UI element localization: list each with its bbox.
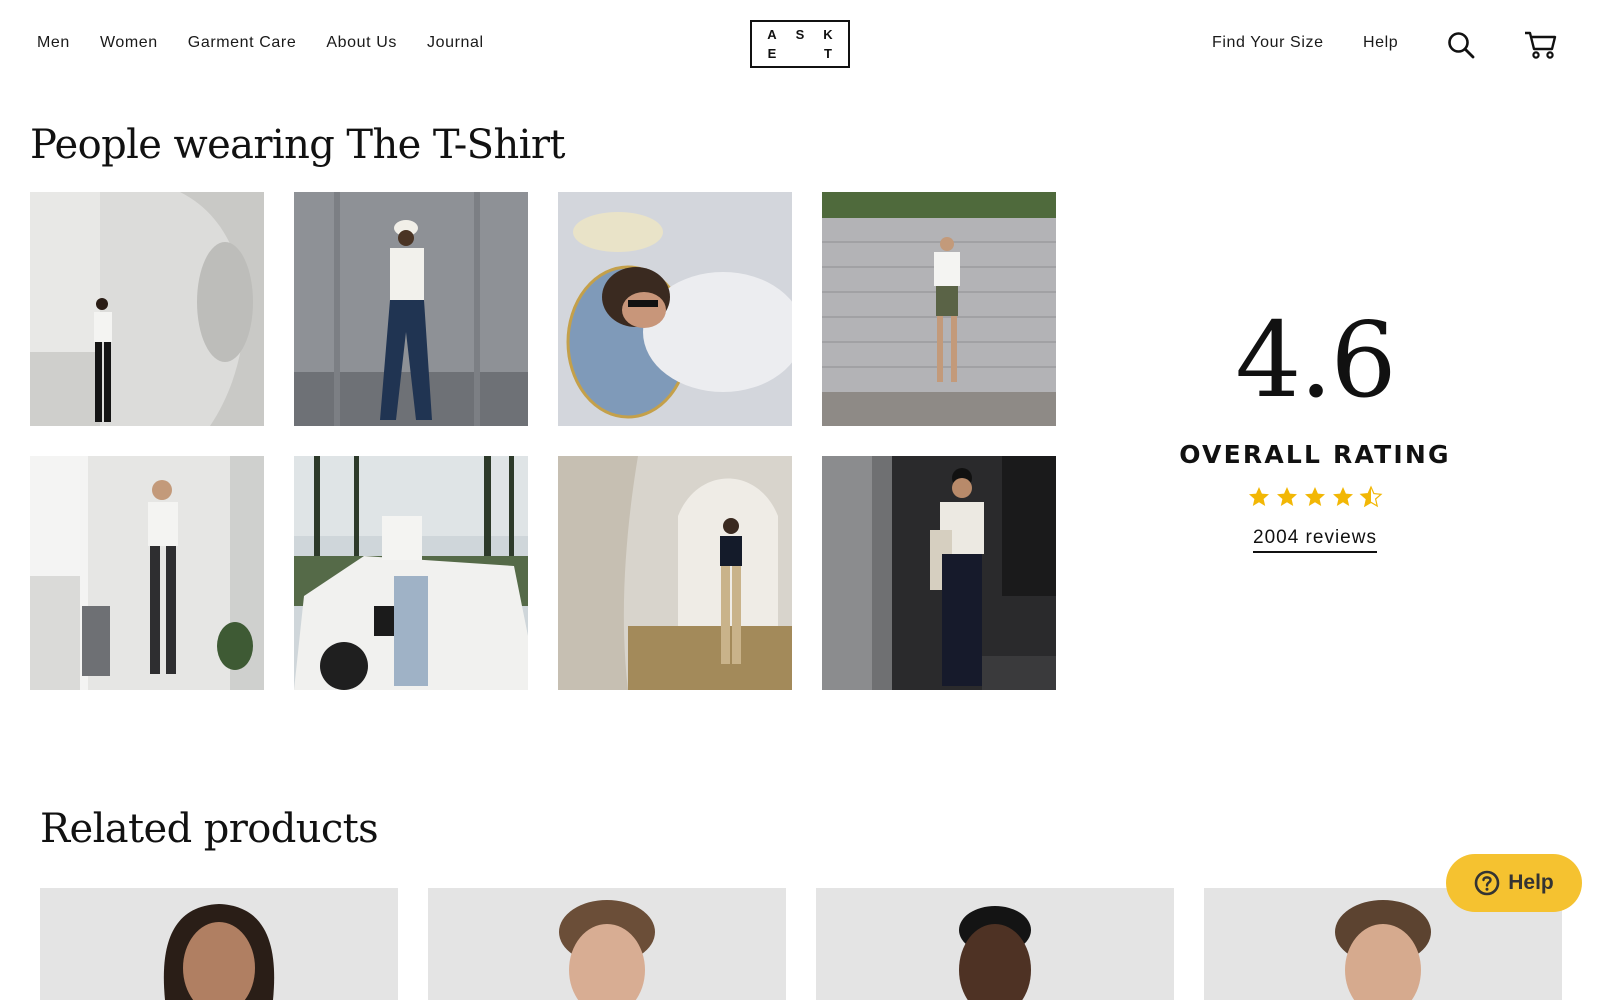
logo-letter: A — [767, 27, 777, 42]
logo-letter: T — [824, 46, 832, 61]
customer-photo[interactable] — [558, 456, 792, 690]
customer-photo[interactable] — [294, 192, 528, 426]
star-icon — [1277, 487, 1297, 506]
customer-photo-grid — [30, 192, 1063, 690]
star-rating — [1160, 485, 1470, 509]
rating-score: 4.6 — [1235, 299, 1396, 421]
question-circle-icon — [1474, 870, 1500, 896]
nav-item-about-us[interactable]: About Us — [326, 34, 397, 52]
nav-item-journal[interactable]: Journal — [427, 34, 484, 52]
search-button[interactable] — [1444, 28, 1478, 62]
customer-photo[interactable] — [30, 456, 264, 690]
find-your-size-link[interactable]: Find Your Size — [1212, 34, 1324, 52]
customer-photo[interactable] — [822, 192, 1056, 426]
reviews-count-link[interactable]: 2004 reviews — [1253, 527, 1377, 553]
star-icon — [1305, 487, 1325, 506]
help-link[interactable]: Help — [1363, 34, 1398, 52]
logo-letter: K — [823, 27, 833, 42]
customer-photo[interactable] — [558, 192, 792, 426]
product-card[interactable] — [428, 888, 786, 1000]
nav-item-women[interactable]: Women — [100, 34, 158, 52]
customer-photo[interactable] — [294, 456, 528, 690]
customer-photo[interactable] — [30, 192, 264, 426]
brand-logo[interactable]: A S K E T — [750, 20, 850, 68]
star-icon — [1333, 487, 1353, 506]
related-products-list — [40, 888, 1562, 1000]
half-star-icon — [1359, 485, 1383, 508]
nav-item-men[interactable]: Men — [37, 34, 70, 52]
rating-summary: 4.6 OVERALL RATING 2004 reviews — [1160, 300, 1470, 553]
related-products-title: Related products — [40, 806, 379, 852]
cart-icon — [1525, 31, 1557, 59]
site-header: Men Women Garment Care About Us Journal … — [0, 0, 1600, 90]
people-section-title: People wearing The T-Shirt — [30, 122, 565, 168]
help-chat-label: Help — [1508, 871, 1554, 894]
logo-letter: E — [767, 46, 777, 61]
help-chat-button[interactable]: Help — [1446, 854, 1582, 912]
customer-photo[interactable] — [822, 456, 1056, 690]
product-card[interactable] — [816, 888, 1174, 1000]
search-icon — [1448, 32, 1475, 59]
product-card[interactable] — [40, 888, 398, 1000]
cart-button[interactable] — [1524, 28, 1558, 62]
star-icon — [1249, 487, 1269, 506]
logo-letter: S — [795, 27, 805, 42]
nav-item-garment-care[interactable]: Garment Care — [188, 34, 297, 52]
primary-nav: Men Women Garment Care About Us Journal — [37, 34, 514, 52]
rating-label: OVERALL RATING — [1179, 440, 1451, 469]
